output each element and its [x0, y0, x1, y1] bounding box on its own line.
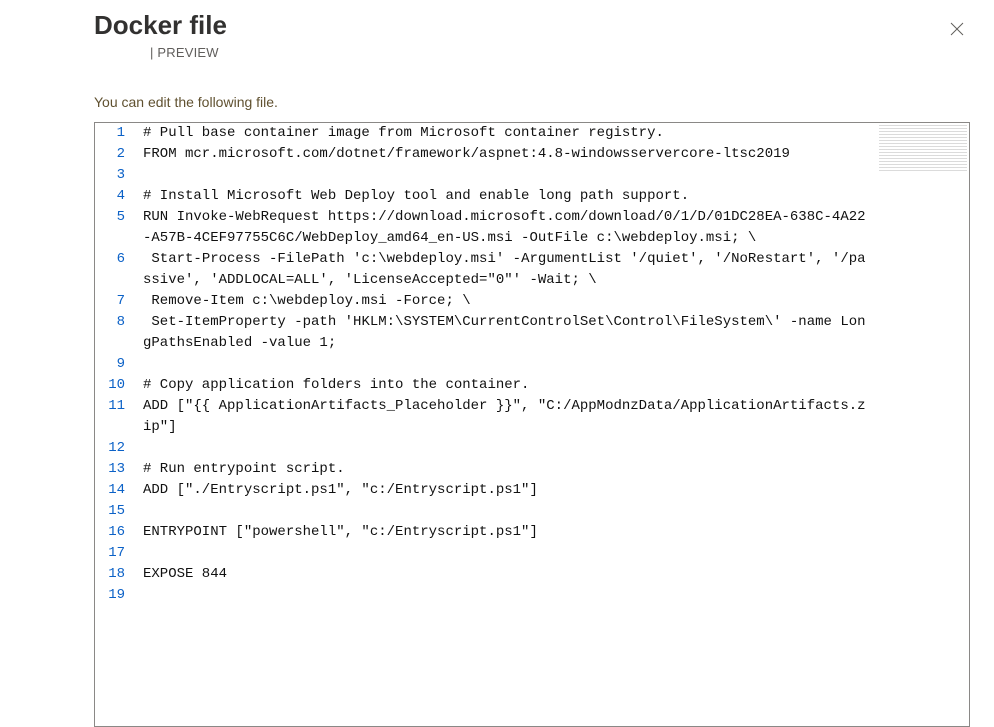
line-number: 9	[95, 354, 143, 375]
code-line[interactable]: 5RUN Invoke-WebRequest https://download.…	[95, 207, 969, 249]
line-text[interactable]: ENTRYPOINT ["powershell", "c:/Entryscrip…	[143, 522, 969, 543]
line-text[interactable]: ADD ["{{ ApplicationArtifacts_Placeholde…	[143, 396, 969, 438]
code-line[interactable]: 2FROM mcr.microsoft.com/dotnet/framework…	[95, 144, 969, 165]
line-number: 12	[95, 438, 143, 459]
code-line[interactable]: 18EXPOSE 844	[95, 564, 969, 585]
code-line[interactable]: 7 Remove-Item c:\webdeploy.msi -Force; \	[95, 291, 969, 312]
line-number: 13	[95, 459, 143, 480]
line-number: 1	[95, 123, 143, 144]
line-number: 18	[95, 564, 143, 585]
code-line[interactable]: 4# Install Microsoft Web Deploy tool and…	[95, 186, 969, 207]
code-line[interactable]: 12	[95, 438, 969, 459]
code-line[interactable]: 10# Copy application folders into the co…	[95, 375, 969, 396]
line-text[interactable]: # Copy application folders into the cont…	[143, 375, 969, 396]
line-text[interactable]: Remove-Item c:\webdeploy.msi -Force; \	[143, 291, 969, 312]
preview-badge: | PREVIEW	[94, 45, 227, 60]
code-line[interactable]: 19	[95, 585, 969, 606]
line-number: 4	[95, 186, 143, 207]
code-line[interactable]: 6 Start-Process -FilePath 'c:\webdeploy.…	[95, 249, 969, 291]
line-number: 6	[95, 249, 143, 270]
line-text[interactable]: ADD ["./Entryscript.ps1", "c:/Entryscrip…	[143, 480, 969, 501]
line-number: 16	[95, 522, 143, 543]
line-text[interactable]: FROM mcr.microsoft.com/dotnet/framework/…	[143, 144, 969, 165]
line-text[interactable]: EXPOSE 844	[143, 564, 969, 585]
line-number: 19	[95, 585, 143, 606]
code-line[interactable]: 15	[95, 501, 969, 522]
line-text[interactable]: # Pull base container image from Microso…	[143, 123, 969, 144]
line-number: 8	[95, 312, 143, 333]
page-title: Docker file	[94, 10, 227, 41]
close-icon	[950, 22, 964, 36]
line-number: 11	[95, 396, 143, 417]
line-number: 5	[95, 207, 143, 228]
line-text[interactable]: # Install Microsoft Web Deploy tool and …	[143, 186, 969, 207]
docker-file-panel: Docker file | PREVIEW You can edit the f…	[0, 0, 994, 727]
code-line[interactable]: 9	[95, 354, 969, 375]
subtext: You can edit the following file.	[94, 94, 970, 110]
line-number: 2	[95, 144, 143, 165]
code-line[interactable]: 17	[95, 543, 969, 564]
code-line[interactable]: 1# Pull base container image from Micros…	[95, 123, 969, 144]
line-number: 10	[95, 375, 143, 396]
line-number: 3	[95, 165, 143, 186]
code-line[interactable]: 16ENTRYPOINT ["powershell", "c:/Entryscr…	[95, 522, 969, 543]
code-line[interactable]: 14ADD ["./Entryscript.ps1", "c:/Entryscr…	[95, 480, 969, 501]
line-text[interactable]: Set-ItemProperty -path 'HKLM:\SYSTEM\Cur…	[143, 312, 969, 354]
line-number: 15	[95, 501, 143, 522]
panel-header: Docker file | PREVIEW	[94, 10, 970, 60]
line-text[interactable]: RUN Invoke-WebRequest https://download.m…	[143, 207, 969, 249]
title-block: Docker file | PREVIEW	[94, 10, 227, 60]
line-text[interactable]: Start-Process -FilePath 'c:\webdeploy.ms…	[143, 249, 969, 291]
code-line[interactable]: 11ADD ["{{ ApplicationArtifacts_Placehol…	[95, 396, 969, 438]
code-area[interactable]: 1# Pull base container image from Micros…	[95, 123, 969, 726]
code-editor[interactable]: 1# Pull base container image from Micros…	[94, 122, 970, 727]
code-line[interactable]: 3	[95, 165, 969, 186]
code-line[interactable]: 8 Set-ItemProperty -path 'HKLM:\SYSTEM\C…	[95, 312, 969, 354]
code-line[interactable]: 13# Run entrypoint script.	[95, 459, 969, 480]
line-number: 14	[95, 480, 143, 501]
close-button[interactable]	[944, 16, 970, 42]
line-text[interactable]: # Run entrypoint script.	[143, 459, 969, 480]
line-number: 7	[95, 291, 143, 312]
line-number: 17	[95, 543, 143, 564]
